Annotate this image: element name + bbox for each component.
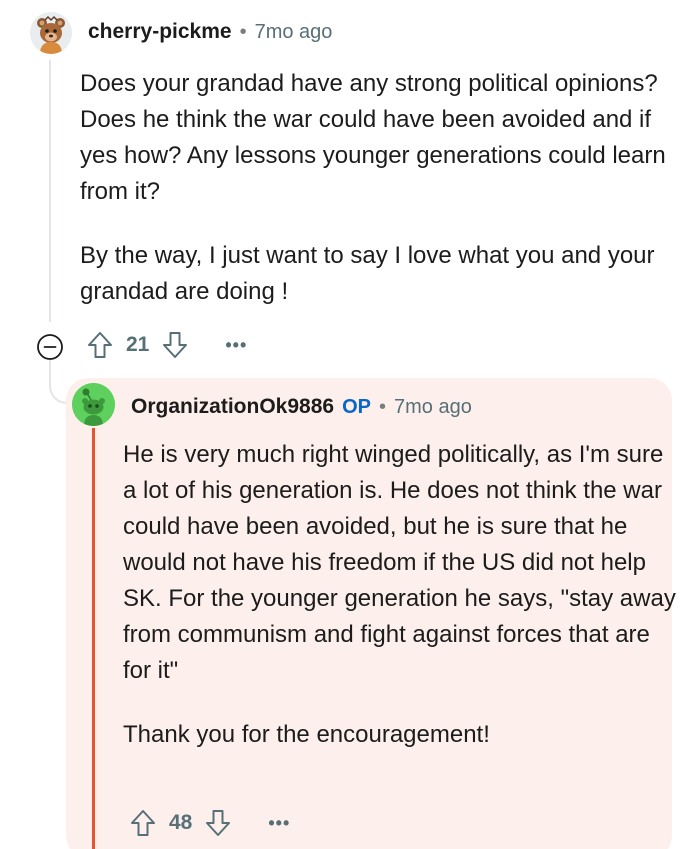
downvote-button[interactable] [161,330,189,360]
comment-paragraph: Does your grandad have any strong politi… [80,70,666,205]
snoo-bear-avatar-icon [30,12,72,54]
timestamp[interactable]: 7mo ago [394,396,472,419]
collapse-thread-button[interactable] [36,333,64,361]
vote-score: 21 [126,333,150,356]
reply-body: He is very much right winged politically… [123,437,683,781]
reply-paragraph: He is very much right winged politically… [123,441,676,684]
comment-paragraph: By the way, I just want to say I love wh… [80,242,655,305]
downvote-button[interactable] [204,808,232,838]
meta-separator: • [239,20,247,43]
arrow-down-icon [163,332,188,358]
circle-minus-icon [37,334,63,360]
username[interactable]: OrganizationOk9886 [131,395,334,419]
upvote-button[interactable] [129,808,157,838]
thread-line[interactable] [49,60,51,322]
meta-separator: • [378,395,386,418]
vote-score: 48 [169,811,193,834]
more-options-button[interactable]: ••• [268,813,290,834]
arrow-up-icon [131,810,155,836]
reply-meta: OrganizationOk9886 OP • 7mo ago [131,393,472,421]
reply-highlight-bar [92,428,95,849]
reply-actions: 48 ••• [129,806,290,840]
comment-body: Does your grandad have any strong politi… [80,66,680,338]
reply-paragraph: Thank you for the encouragement! [123,721,490,748]
user-avatar[interactable] [72,383,115,426]
comment-meta: cherry-pickme • 7mo ago [88,18,332,46]
timestamp[interactable]: 7mo ago [255,21,333,44]
more-options-button[interactable]: ••• [225,335,247,356]
snoo-green-avatar-icon [72,383,115,426]
comment-actions: 21 ••• [86,328,247,362]
comment-thread: cherry-pickme • 7mo ago Does your granda… [0,0,700,849]
upvote-button[interactable] [86,330,114,360]
arrow-down-icon [206,810,231,836]
user-avatar[interactable] [30,12,72,54]
username[interactable]: cherry-pickme [88,20,232,44]
op-badge: OP [342,395,371,418]
arrow-up-icon [88,332,112,358]
